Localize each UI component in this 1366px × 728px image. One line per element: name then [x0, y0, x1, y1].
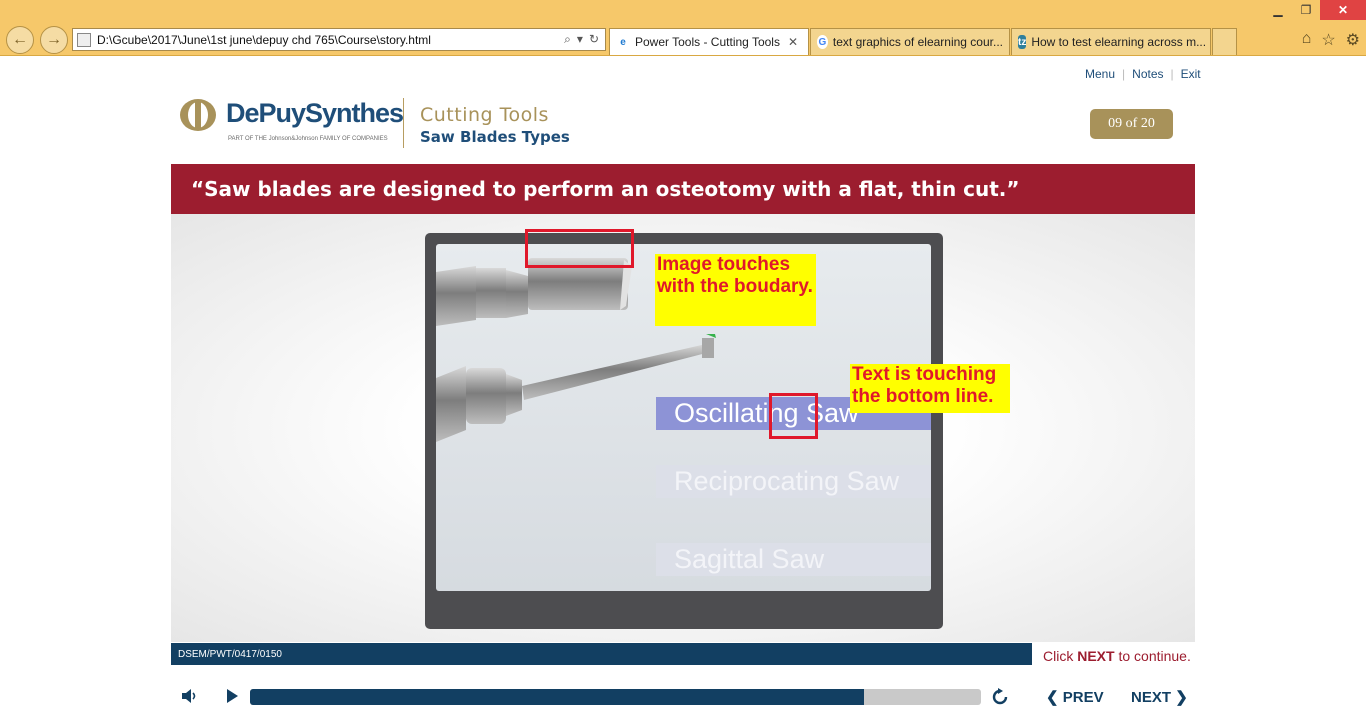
quote-banner: “Saw blades are designed to perform an o…	[171, 164, 1195, 214]
settings-gear-icon[interactable]: ⚙	[1346, 30, 1360, 50]
ie-icon: e	[620, 36, 626, 48]
chevron-left-icon: ❮	[1046, 689, 1059, 706]
notes-link[interactable]: Notes	[1125, 67, 1170, 81]
prev-button[interactable]: ❮ PREV	[1046, 688, 1104, 706]
tab-text-graphics[interactable]: G text graphics of elearning cour...	[810, 28, 1010, 55]
dropdown-icon[interactable]: ▾	[577, 32, 583, 47]
annotation-callout-text: Text is touching the bottom line.	[850, 364, 1010, 413]
favorites-star-icon[interactable]: ☆	[1321, 30, 1335, 50]
seek-bar-fill	[250, 689, 865, 705]
depuy-logo-mark-icon	[180, 99, 216, 131]
tab-power-tools[interactable]: e Power Tools - Cutting Tools ✕	[609, 28, 809, 55]
restore-icon[interactable]: ❐	[1292, 0, 1320, 20]
back-arrow-icon: ←	[12, 31, 28, 48]
address-url[interactable]: D:\Gcube\2017\June\1st june\depuy chd 76…	[97, 33, 564, 47]
tab-label: How to test elearning across m...	[1031, 35, 1207, 49]
address-bar[interactable]: D:\Gcube\2017\June\1st june\depuy chd 76…	[72, 28, 606, 51]
brand-subtitle: PART OF THE Johnson&Johnson FAMILY OF CO…	[228, 136, 388, 142]
tab-label: Power Tools - Cutting Tools	[635, 35, 780, 49]
hint-text: Click	[1043, 648, 1078, 664]
menu-link[interactable]: Menu	[1078, 67, 1122, 81]
search-icon[interactable]: ⌕	[564, 32, 571, 47]
file-icon	[77, 32, 91, 47]
reciprocating-saw-option[interactable]: Reciprocating Saw	[656, 465, 931, 498]
forward-arrow-icon: →	[46, 31, 62, 48]
tab-close-icon[interactable]: ✕	[788, 35, 798, 49]
tab-test-elearning[interactable]: tz How to test elearning across m...	[1011, 28, 1211, 55]
play-icon[interactable]	[224, 688, 240, 704]
next-label: NEXT	[1131, 689, 1172, 706]
hint-next-word: NEXT	[1077, 648, 1115, 664]
chevron-right-icon: ❯	[1175, 689, 1188, 706]
minimize-icon[interactable]: ▁	[1264, 0, 1292, 20]
browser-chrome: ▁ ❐ ✕ ← → D:\Gcube\2017\June\1st june\de…	[0, 0, 1366, 56]
replay-icon[interactable]	[990, 687, 1010, 707]
depuy-synthes-logo: DePuySynthes PART OF THE Johnson&Johnson…	[178, 98, 404, 150]
tab-label: text graphics of elearning cour...	[832, 35, 1003, 49]
refresh-icon[interactable]: ↻	[589, 32, 599, 47]
window-controls: ▁ ❐ ✕	[1264, 0, 1366, 20]
new-tab-button[interactable]	[1212, 28, 1237, 55]
back-button[interactable]: ←	[6, 26, 34, 54]
course-code: DSEM/PWT/0417/0150	[178, 648, 282, 660]
annotation-box-image-edge	[525, 229, 634, 268]
forward-button[interactable]: →	[40, 26, 68, 54]
google-icon: G	[817, 35, 828, 49]
tz-icon: tz	[1018, 35, 1027, 49]
brand-name: DePuySynthes	[226, 98, 404, 128]
volume-icon[interactable]	[180, 687, 198, 705]
close-window-icon[interactable]: ✕	[1320, 0, 1366, 20]
hint-text: to continue.	[1114, 648, 1191, 664]
course-subtitle: Saw Blades Types	[420, 128, 570, 146]
course-menu: Menu | Notes | Exit	[1078, 67, 1208, 81]
sagittal-saw-option[interactable]: Sagittal Saw	[656, 543, 931, 576]
seek-bar[interactable]	[250, 689, 981, 705]
next-button[interactable]: NEXT ❯	[1131, 688, 1188, 706]
course-code-bar: DSEM/PWT/0417/0150	[171, 643, 1032, 665]
course-title: Cutting Tools	[420, 104, 549, 126]
prev-label: PREV	[1062, 689, 1104, 706]
home-icon[interactable]: ⌂	[1302, 30, 1312, 50]
continue-hint: Click NEXT to continue.	[1043, 648, 1191, 664]
annotation-box-text-edge	[769, 393, 818, 439]
page-counter: 09 of 20	[1090, 109, 1173, 139]
header-divider	[403, 98, 404, 148]
annotation-callout-image: Image touches with the boudary.	[655, 254, 816, 326]
exit-link[interactable]: Exit	[1174, 67, 1208, 81]
